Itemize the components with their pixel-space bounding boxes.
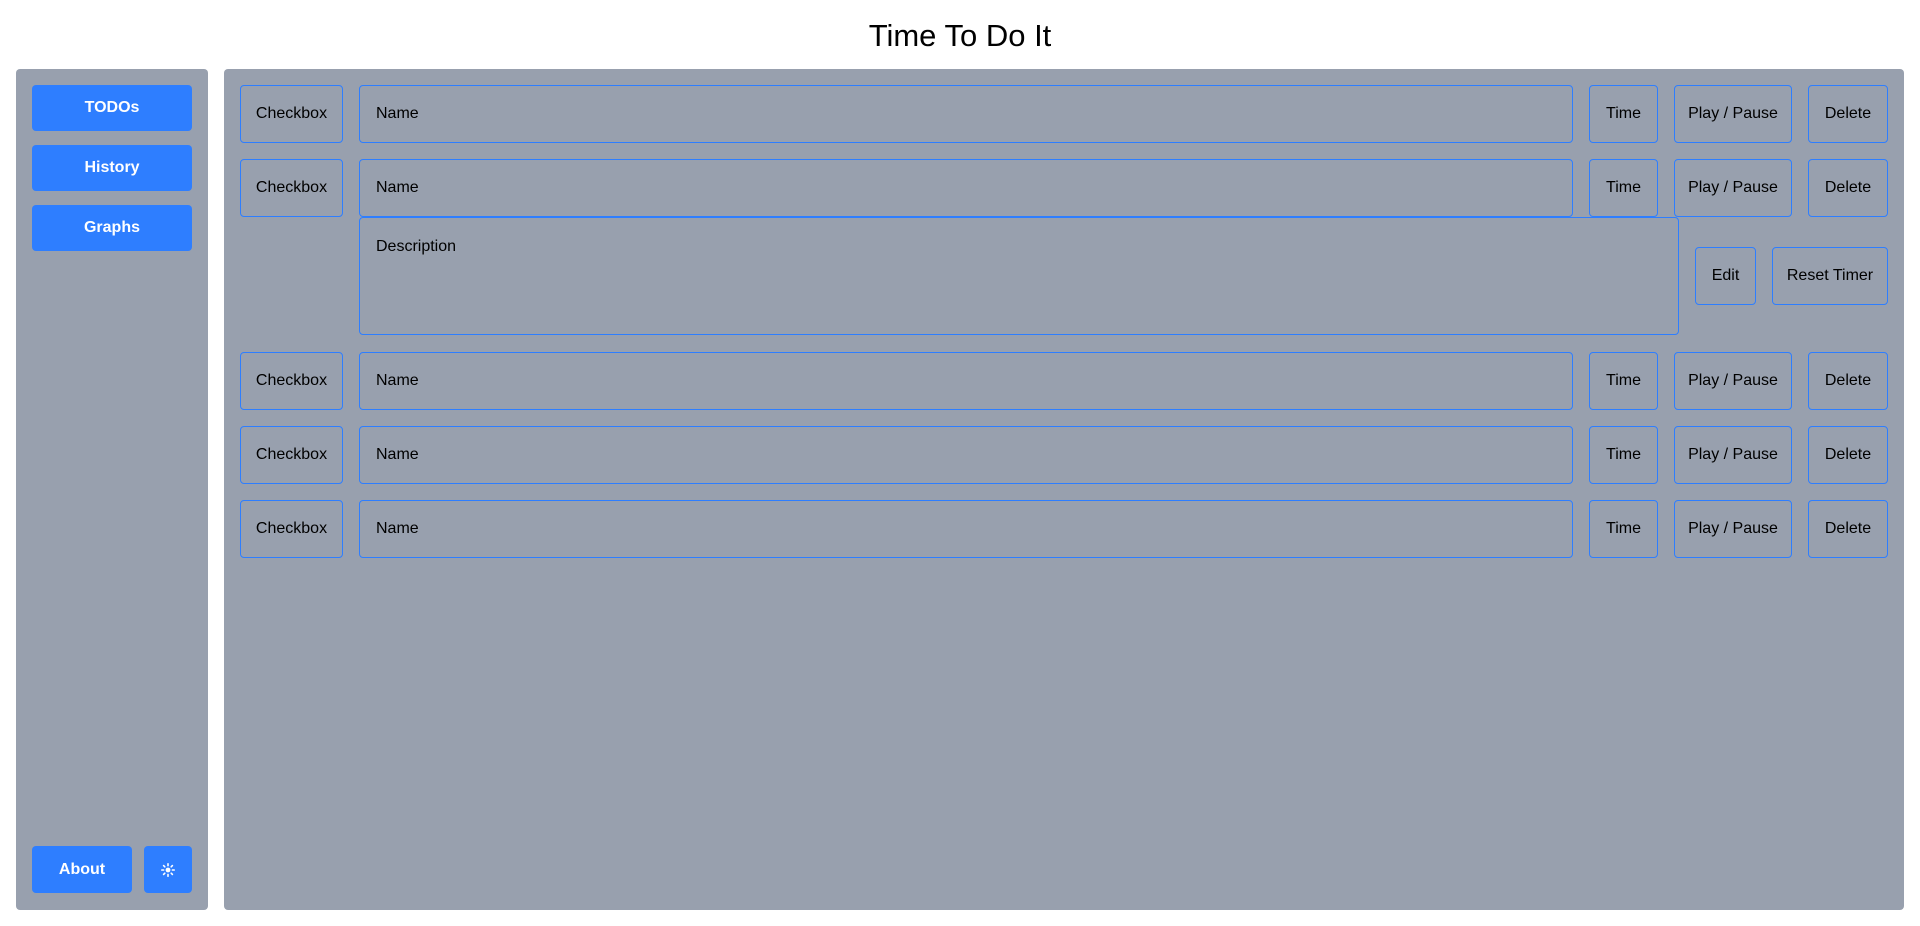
todo-name-field[interactable]: Name	[359, 352, 1573, 410]
nav-graphs-button[interactable]: Graphs	[32, 205, 192, 251]
nav-todos-button[interactable]: TODOs	[32, 85, 192, 131]
todo-description-field[interactable]: Description	[359, 217, 1679, 335]
todo-row: Checkbox Name Time Play / Pause Delete	[224, 352, 1904, 410]
play-pause-button[interactable]: Play / Pause	[1674, 352, 1792, 410]
todo-row: Checkbox Name Time Play / Pause Delete	[224, 426, 1904, 484]
todo-list-panel: Checkbox Name Time Play / Pause Delete C…	[224, 69, 1904, 910]
theme-toggle-button[interactable]	[144, 846, 192, 893]
todo-checkbox[interactable]: Checkbox	[240, 159, 343, 217]
todo-name-field[interactable]: Name	[359, 500, 1573, 558]
delete-button[interactable]: Delete	[1808, 500, 1888, 558]
todo-time[interactable]: Time	[1589, 352, 1658, 410]
nav-history-button[interactable]: History	[32, 145, 192, 191]
delete-button[interactable]: Delete	[1808, 352, 1888, 410]
play-pause-button[interactable]: Play / Pause	[1674, 500, 1792, 558]
todo-checkbox[interactable]: Checkbox	[240, 85, 343, 143]
todo-time[interactable]: Time	[1589, 500, 1658, 558]
todo-time[interactable]: Time	[1589, 426, 1658, 484]
delete-button[interactable]: Delete	[1808, 159, 1888, 217]
page-title: Time To Do It	[868, 18, 1052, 53]
todo-checkbox[interactable]: Checkbox	[240, 500, 343, 558]
todo-time[interactable]: Time	[1589, 159, 1658, 217]
play-pause-button[interactable]: Play / Pause	[1674, 85, 1792, 143]
todo-name-field[interactable]: Name	[359, 85, 1573, 143]
todo-checkbox[interactable]: Checkbox	[240, 426, 343, 484]
edit-button[interactable]: Edit	[1695, 247, 1756, 305]
delete-button[interactable]: Delete	[1808, 85, 1888, 143]
todo-checkbox[interactable]: Checkbox	[240, 352, 343, 410]
todo-row: Checkbox Name Time Play / Pause Delete	[224, 500, 1904, 558]
reset-timer-button[interactable]: Reset Timer	[1772, 247, 1888, 305]
todo-time[interactable]: Time	[1589, 85, 1658, 143]
sun-icon	[161, 862, 175, 877]
delete-button[interactable]: Delete	[1808, 426, 1888, 484]
todo-name-field[interactable]: Name	[359, 426, 1573, 484]
play-pause-button[interactable]: Play / Pause	[1674, 426, 1792, 484]
todo-name-field[interactable]: Name	[359, 159, 1573, 217]
sidebar: TODOs History Graphs About	[16, 69, 208, 910]
todo-row: Checkbox Name Time Play / Pause Delete	[224, 85, 1904, 143]
play-pause-button[interactable]: Play / Pause	[1674, 159, 1792, 217]
todo-row-expanded: Checkbox Name Time Play / Pause Delete	[224, 159, 1904, 217]
about-button[interactable]: About	[32, 846, 132, 893]
